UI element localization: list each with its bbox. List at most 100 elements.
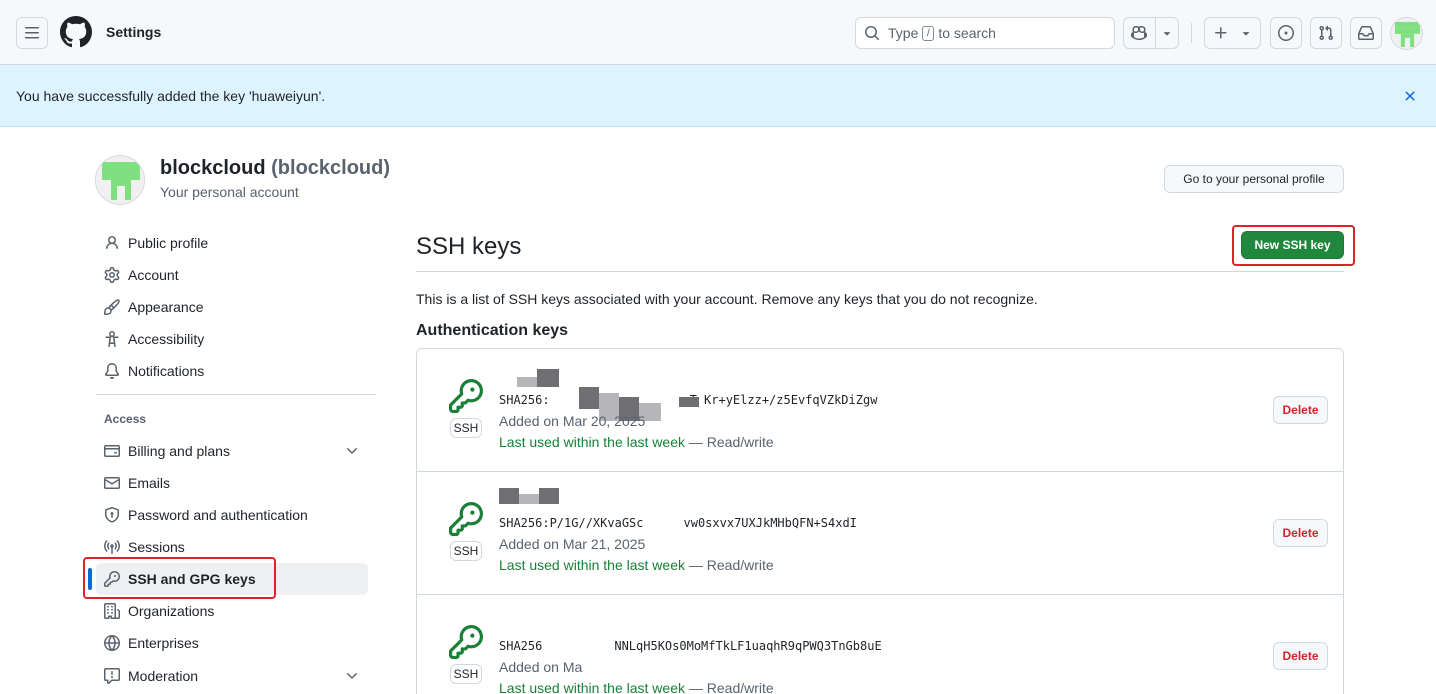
key-added-date: Added on Mar 21, 2025 xyxy=(499,536,646,552)
pull-requests-button[interactable] xyxy=(1310,17,1342,49)
profile-avatar[interactable] xyxy=(95,155,145,205)
ssh-key-row: SSH SHA256:P/1G//XKvaGSc vw0sxvx7UXJkMHbQ… xyxy=(417,472,1343,595)
sidebar-heading-access: Access xyxy=(104,412,147,426)
redacted-block xyxy=(519,494,539,504)
fingerprint-visible: SHA256: xyxy=(499,393,550,407)
sidebar-item-label: Enterprises xyxy=(128,635,199,651)
search-input[interactable]: Type / to search xyxy=(855,17,1115,49)
profile-display-name: blockcloud xyxy=(160,157,266,179)
sidebar-item-label: Moderation xyxy=(128,668,199,684)
sidebar-item-appearance[interactable]: Appearance xyxy=(96,291,368,323)
sidebar-item-label: Emails xyxy=(128,475,171,491)
redacted-block xyxy=(517,377,537,387)
close-icon[interactable] xyxy=(1402,88,1418,104)
key-last-used: Last used within the last week — Read/wr… xyxy=(499,557,774,573)
inbox-icon xyxy=(1358,26,1374,40)
chevron-down-icon xyxy=(1242,32,1250,36)
paintbrush-icon xyxy=(104,299,120,315)
redacted-block xyxy=(539,488,559,504)
sidebar-item-label: Accessibility xyxy=(128,331,205,347)
sidebar-item-moderation[interactable]: Moderation xyxy=(96,660,368,692)
sidebar-item-organizations[interactable]: Organizations xyxy=(96,595,368,627)
redacted-block xyxy=(679,397,699,407)
sidebar-item-public-profile[interactable]: Public profile xyxy=(96,227,368,259)
highlight-new-ssh-key xyxy=(1232,225,1355,266)
profile-name[interactable]: blockcloud (blockcloud) xyxy=(160,157,390,180)
sidebar-item-label: Notifications xyxy=(128,363,205,379)
highlight-ssh-gpg-keys xyxy=(83,557,276,599)
report-icon xyxy=(104,668,120,684)
key-last-used: Last used within the last week — Read/wr… xyxy=(499,680,774,694)
copilot-icon xyxy=(1131,25,1147,41)
fingerprint-tail: T Kr+yElzz+/z5EvfqVZkDiZgw xyxy=(689,393,878,407)
sidebar-item-label: Account xyxy=(128,267,179,283)
user-avatar[interactable] xyxy=(1390,17,1423,50)
key-icon xyxy=(449,502,483,536)
redacted-block xyxy=(537,369,559,387)
sidebar-item-notifications[interactable]: Notifications xyxy=(96,355,368,387)
identicon-avatar-icon xyxy=(96,156,144,204)
last-used-text: Last used within the last week xyxy=(499,680,685,694)
delete-key-button[interactable]: Delete xyxy=(1273,642,1328,670)
organization-icon xyxy=(104,603,120,619)
bell-icon xyxy=(104,363,119,379)
chevron-down-icon[interactable] xyxy=(1160,26,1174,40)
identicon-avatar-icon xyxy=(1391,18,1422,49)
sidebar-item-accessibility[interactable]: Accessibility xyxy=(96,323,368,355)
redacted-block xyxy=(499,488,519,504)
sidebar-item-label: Billing and plans xyxy=(128,443,230,459)
person-icon xyxy=(106,236,118,250)
section-heading-authentication-keys: Authentication keys xyxy=(416,322,569,339)
create-new-button[interactable] xyxy=(1204,17,1261,49)
search-shortcut-key: / xyxy=(922,25,935,41)
chevron-down-icon[interactable] xyxy=(344,668,360,684)
access-level-text: — Read/write xyxy=(685,434,774,450)
header-title[interactable]: Settings xyxy=(106,24,161,40)
copilot-button[interactable] xyxy=(1123,17,1179,49)
git-pull-request-icon xyxy=(1319,25,1334,41)
sidebar-item-enterprises[interactable]: Enterprises xyxy=(96,627,368,659)
broadcast-icon xyxy=(104,540,120,554)
search-prefix: Type xyxy=(888,25,919,41)
key-icon xyxy=(449,379,483,413)
access-level-text: — Read/write xyxy=(685,680,774,694)
sidebar-item-label: Public profile xyxy=(128,235,209,251)
redacted-block xyxy=(579,387,599,409)
sidebar-item-password-auth[interactable]: Password and authentication xyxy=(96,499,368,531)
key-last-used: Last used within the last week — Read/wr… xyxy=(499,434,774,450)
sidebar-item-account[interactable]: Account xyxy=(96,259,368,291)
title-divider xyxy=(416,271,1344,272)
profile-subtitle: Your personal account xyxy=(160,184,299,200)
fingerprint-visible: SHA256:P/1G//XKvaGSc xyxy=(499,516,644,530)
sidebar-item-billing[interactable]: Billing and plans xyxy=(96,435,368,467)
delete-key-button[interactable]: Delete xyxy=(1273,519,1328,547)
last-used-text: Last used within the last week xyxy=(499,434,685,450)
key-fingerprint: SHA256 NNLqH5KOs0MoMfTkLF1uaqhR9qPWQ3TnGb… xyxy=(499,639,882,653)
key-added-date: Added on Ma xyxy=(499,659,583,675)
key-fingerprint: SHA256:P/1G//XKvaGSc vw0sxvx7UXJkMHbQFN+S… xyxy=(499,516,857,530)
delete-key-button[interactable]: Delete xyxy=(1273,396,1328,424)
issues-button[interactable] xyxy=(1270,17,1302,49)
sidebar-item-emails[interactable]: Emails xyxy=(96,467,368,499)
key-added-date: Added on Mar 20, 2025 xyxy=(499,413,646,429)
inbox-button[interactable] xyxy=(1350,17,1382,49)
header-divider xyxy=(1191,23,1192,43)
flash-message: You have successfully added the key 'hua… xyxy=(16,88,326,104)
fingerprint-tail: vw0sxvx7UXJkMHbQFN+S4xdI xyxy=(683,516,857,530)
ssh-key-row: SSH SHA256: T Kr+yElzz+/z5EvfqVZkDiZgw Ad… xyxy=(417,349,1343,472)
issue-opened-icon xyxy=(1278,25,1294,41)
gear-icon xyxy=(104,267,120,283)
plus-icon xyxy=(1215,27,1227,39)
go-to-profile-button[interactable]: Go to your personal profile xyxy=(1164,165,1344,193)
menu-button[interactable] xyxy=(16,17,48,49)
github-logo-icon[interactable] xyxy=(60,16,92,48)
search-suffix: to search xyxy=(938,25,996,41)
last-used-text: Last used within the last week xyxy=(499,557,685,573)
access-level-text: — Read/write xyxy=(685,557,774,573)
page-title: SSH keys xyxy=(416,233,522,260)
accessibility-icon xyxy=(105,331,119,347)
key-icon xyxy=(449,625,483,659)
ssh-badge: SSH xyxy=(450,541,482,561)
chevron-down-icon[interactable] xyxy=(344,443,360,459)
top-header: Settings Type / to search xyxy=(0,0,1436,65)
